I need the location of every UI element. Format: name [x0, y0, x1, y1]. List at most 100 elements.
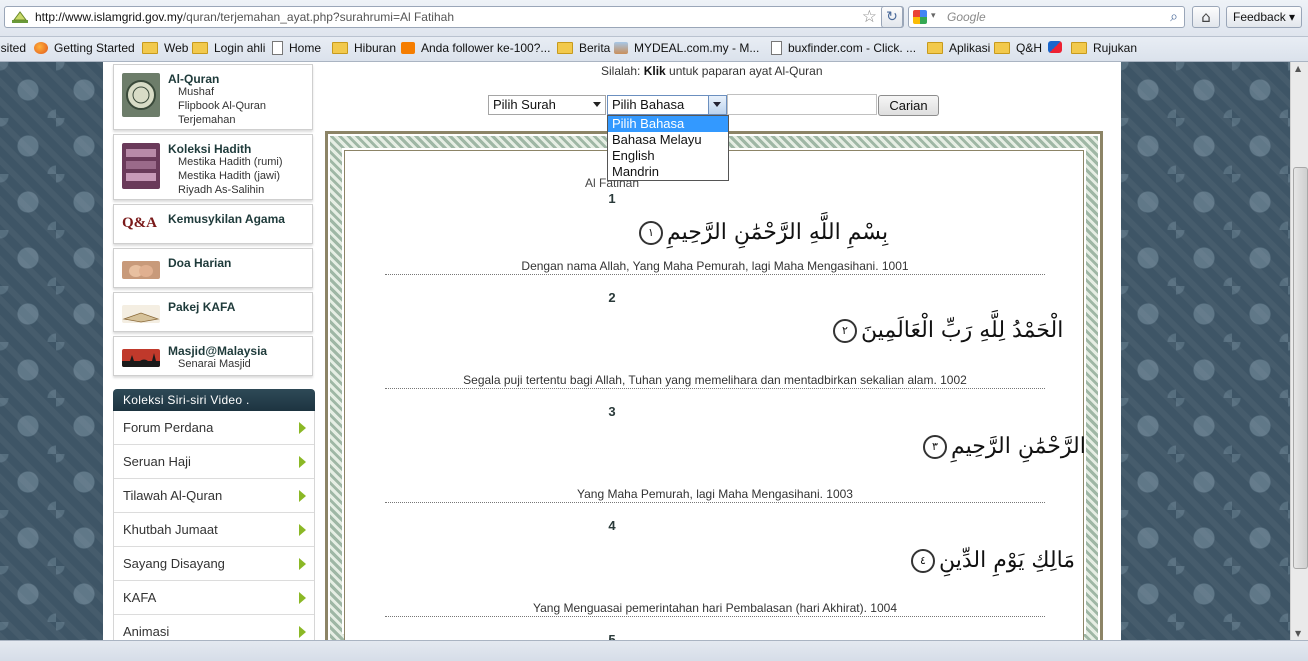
- doa-hands-icon[interactable]: [122, 261, 160, 279]
- doa-title[interactable]: Doa Harian: [168, 256, 231, 270]
- quran-thumbnail-icon[interactable]: [122, 73, 160, 117]
- search-engine-dropdown-icon[interactable]: ▾: [931, 11, 936, 21]
- instruction-bold: Klik: [643, 64, 666, 78]
- language-option-mandrin[interactable]: Mandrin: [608, 164, 728, 180]
- bookmark-label: Berita: [579, 41, 611, 55]
- sidebar-box-masjid: Masjid@Malaysia Senarai Masjid: [113, 336, 313, 376]
- link-senarai-masjid[interactable]: Senarai Masjid: [178, 358, 251, 370]
- bookmark-rujukan[interactable]: Rujukan: [1071, 41, 1137, 55]
- browser-navigation-bar: http://www.islamgrid.gov.my/quran/terjem…: [0, 0, 1308, 37]
- surah-select[interactable]: Pilih Surah: [488, 95, 606, 115]
- language-select[interactable]: Pilih Bahasa: [607, 95, 727, 115]
- carian-button[interactable]: Carian: [878, 95, 939, 116]
- arabic-text: الْحَمْدُ لِلَّهِ رَبِّ الْعَالَمِينَ: [861, 318, 1064, 343]
- verse-end-marker: ٤: [911, 549, 935, 573]
- video-item-tilawah[interactable]: Tilawah Al-Quran: [114, 479, 314, 513]
- url-host: http://www.islamgrid.gov.my: [35, 10, 183, 24]
- bookmark-getting-started[interactable]: Getting Started: [34, 41, 135, 55]
- folder-icon: [332, 42, 348, 54]
- link-terjemahan[interactable]: Terjemahan: [178, 114, 235, 126]
- bookmark-buxfinder[interactable]: buxfinder.com - Click. ...: [771, 41, 916, 55]
- video-item-sayang-disayang[interactable]: Sayang Disayang: [114, 547, 314, 581]
- sidebar-box-doa: Doa Harian: [113, 248, 313, 288]
- video-item-seruan-haji[interactable]: Seruan Haji: [114, 445, 314, 479]
- sidebar-box-kemusykilan: Q&A Kemusykilan Agama: [113, 204, 313, 244]
- verse-number: 5: [608, 632, 616, 640]
- qa-logo[interactable]: Q&A: [122, 215, 160, 237]
- bookmark-label: isited: [0, 41, 27, 55]
- bookmark-home[interactable]: Home: [272, 41, 321, 55]
- instruction-suffix: untuk paparan ayat Al-Quran: [665, 64, 823, 78]
- browser-search-box[interactable]: ▾ Google ⌕: [908, 6, 1185, 28]
- search-keyword-input[interactable]: [727, 94, 877, 115]
- scrollbar-thumb[interactable]: [1293, 167, 1308, 569]
- reload-button[interactable]: ↻: [881, 6, 903, 28]
- bookmark-label: Login ahli: [214, 41, 266, 55]
- feedback-label: Feedback: [1233, 10, 1286, 24]
- bookmark-label: Rujukan: [1093, 41, 1138, 55]
- bookmark-label: MYDEAL.com.my - M...: [634, 41, 760, 55]
- verse-translation: Yang Maha Pemurah, lagi Maha Mengasihani…: [385, 487, 1045, 503]
- verse-number: 1: [608, 191, 616, 206]
- bookmark-qh-icon-only[interactable]: [1048, 41, 1068, 53]
- bookmark-login-ahli[interactable]: Login ahli: [192, 41, 265, 55]
- video-item-label: Seruan Haji: [123, 454, 191, 469]
- language-option-english[interactable]: English: [608, 148, 728, 164]
- bookmark-label: Aplikasi: [949, 41, 991, 55]
- page-scrollbar[interactable]: ▲ ▼: [1290, 62, 1308, 640]
- verse-arabic: الْحَمْدُ لِلَّهِ رَبِّ الْعَالَمِينَ٢: [829, 318, 1063, 343]
- search-placeholder: Google: [947, 10, 986, 24]
- page-viewport: Al-Quran Mushaf Flipbook Al-Quran Terjem…: [0, 62, 1290, 640]
- bookmark-berita[interactable]: Berita: [557, 41, 610, 55]
- folder-icon: [994, 42, 1010, 54]
- bookmark-label: Getting Started: [54, 41, 135, 55]
- arrow-right-icon: [299, 422, 306, 434]
- home-button[interactable]: ⌂: [1192, 6, 1220, 28]
- bookmark-web[interactable]: Web: [142, 41, 188, 55]
- arrow-right-icon: [299, 456, 306, 468]
- qh-icon: [1048, 41, 1062, 53]
- search-icon[interactable]: ⌕: [1170, 9, 1178, 25]
- link-mushaf[interactable]: Mushaf: [178, 86, 214, 98]
- kemusykilan-title[interactable]: Kemusykilan Agama: [168, 212, 285, 226]
- verse-number: 2: [608, 290, 616, 305]
- verse-translation: Yang Menguasai pemerintahan hari Pembala…: [385, 601, 1045, 617]
- bookmark-mydeal[interactable]: MYDEAL.com.my - M...: [614, 41, 759, 55]
- masjid-title[interactable]: Masjid@Malaysia: [168, 344, 267, 358]
- bookmark-most-visited[interactable]: isited: [0, 41, 26, 55]
- link-flipbook[interactable]: Flipbook Al-Quran: [178, 100, 266, 112]
- folder-icon: [1071, 42, 1087, 54]
- bookmark-hiburan[interactable]: Hiburan: [332, 41, 396, 55]
- video-item-kafa[interactable]: KAFA: [114, 581, 314, 615]
- bookmark-aplikasi[interactable]: Aplikasi: [927, 41, 990, 55]
- video-item-label: Forum Perdana: [123, 420, 214, 435]
- folder-icon: [557, 42, 573, 54]
- bookmark-anda-follower[interactable]: Anda follower ke-100?...: [401, 41, 550, 55]
- bookmark-qh[interactable]: Q&H: [994, 41, 1042, 55]
- mosque-silhouette-icon[interactable]: [122, 349, 160, 367]
- surah-select-value: Pilih Surah: [493, 97, 556, 112]
- language-dropdown-list: Pilih Bahasa Bahasa Melayu English Mandr…: [607, 115, 729, 181]
- video-item-label: Tilawah Al-Quran: [123, 488, 223, 503]
- url-text[interactable]: http://www.islamgrid.gov.my/quran/terjem…: [35, 10, 454, 24]
- language-option-pilih-bahasa[interactable]: Pilih Bahasa: [608, 116, 728, 132]
- link-mestika-rumi[interactable]: Mestika Hadith (rumi): [178, 156, 283, 168]
- scroll-up-icon[interactable]: ▲: [1295, 64, 1301, 73]
- verse-translation: Segala puji tertentu bagi Allah, Tuhan y…: [385, 373, 1045, 389]
- quran-title[interactable]: Al-Quran: [168, 72, 219, 86]
- chevron-down-icon[interactable]: [708, 96, 726, 114]
- arrow-right-icon: [299, 490, 306, 502]
- bookmark-label: Anda follower ke-100?...: [421, 41, 551, 55]
- scroll-down-icon[interactable]: ▼: [1295, 629, 1301, 638]
- bookmark-label: Web: [164, 41, 189, 55]
- folder-icon: [192, 42, 208, 54]
- arrow-right-icon: [299, 592, 306, 604]
- video-item-label: KAFA: [123, 590, 157, 605]
- hadith-title[interactable]: Koleksi Hadith: [168, 142, 251, 156]
- bookmark-star-icon[interactable]: ☆: [862, 7, 877, 27]
- address-bar[interactable]: http://www.islamgrid.gov.my/quran/terjem…: [4, 6, 904, 28]
- feedback-button[interactable]: Feedback ▾: [1226, 6, 1302, 28]
- google-engine-icon[interactable]: [913, 10, 927, 24]
- kafa-book-icon[interactable]: [122, 305, 160, 323]
- language-option-bahasa-melayu[interactable]: Bahasa Melayu: [608, 132, 728, 148]
